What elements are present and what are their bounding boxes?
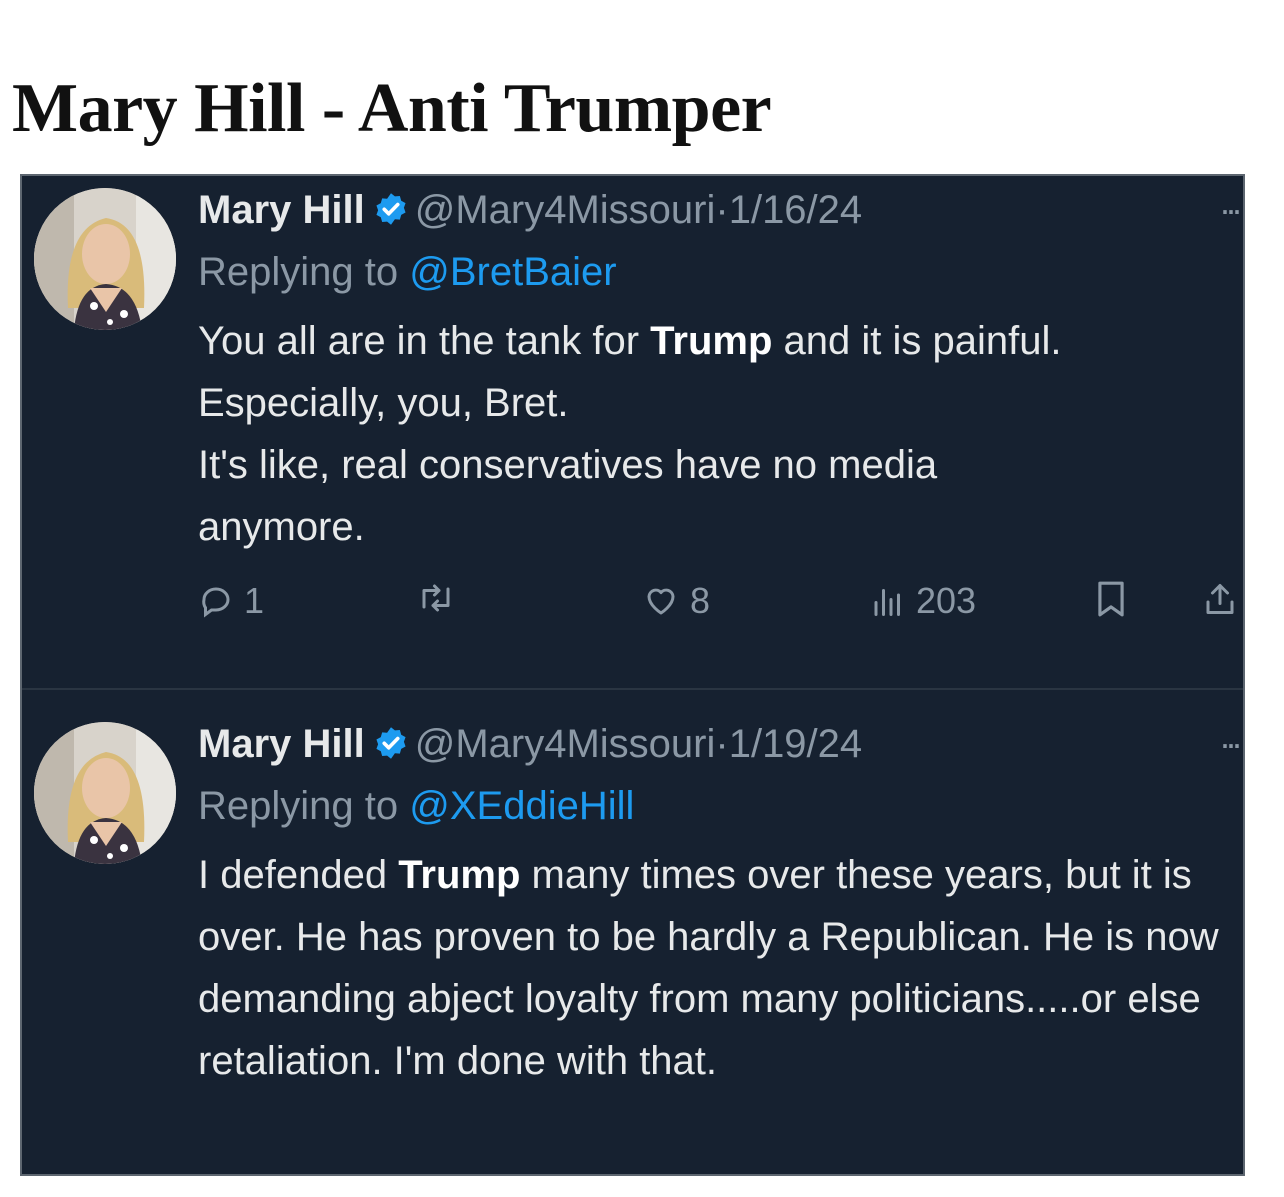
separator: · [715, 722, 729, 766]
like-count: 8 [690, 580, 711, 621]
views-button[interactable]: 203 [870, 580, 976, 622]
like-icon [647, 588, 675, 615]
author-handle[interactable]: @Mary4Missouri [415, 188, 716, 232]
body-text: I defended [198, 853, 399, 897]
bookmark-button[interactable] [1094, 580, 1128, 618]
author-name[interactable]: Mary Hill [198, 722, 365, 766]
action-bar: 1 8 203 [198, 580, 1234, 630]
verified-badge-icon [373, 186, 409, 242]
verified-badge-icon [373, 720, 409, 776]
more-options-icon[interactable]: ··· [1219, 716, 1243, 772]
like-button[interactable]: 8 [642, 580, 710, 622]
share-button[interactable] [1202, 580, 1238, 618]
share-icon [1206, 584, 1234, 614]
tweet-divider [22, 688, 1243, 690]
retweet-button[interactable] [416, 580, 456, 616]
replying-label: Replying to [198, 784, 399, 828]
highlight-term: Trump [398, 853, 521, 897]
tweet-date[interactable]: 1/16/24 [729, 188, 862, 232]
tweet-body: I defended Trump many times over these y… [198, 844, 1228, 1092]
body-line: It's like, real conservatives have no me… [198, 443, 938, 549]
avatar-photo [34, 188, 176, 330]
highlight-term: Trump [650, 319, 773, 363]
body-line: Especially, you, Bret. [198, 381, 569, 425]
tweet-2[interactable]: Mary Hill @Mary4Missouri·1/19/24 ··· Repl… [22, 710, 1243, 1174]
retweet-icon [422, 584, 450, 612]
avatar-photo [34, 722, 176, 864]
author-handle[interactable]: @Mary4Missouri [415, 722, 716, 766]
reply-to-mention[interactable]: @BretBaier [409, 250, 616, 294]
tweet-body: You all are in the tank for Trump and it… [198, 310, 1233, 558]
views-icon [874, 589, 900, 616]
body-text: and it is painful. [772, 319, 1062, 363]
replying-label: Replying to [198, 250, 399, 294]
page-title: Mary Hill - Anti Trumper [12, 70, 772, 147]
reply-count: 1 [244, 580, 265, 621]
tweet-date[interactable]: 1/19/24 [729, 722, 862, 766]
avatar[interactable] [34, 188, 176, 330]
reply-button[interactable]: 1 [198, 580, 264, 622]
author-name[interactable]: Mary Hill [198, 188, 365, 232]
tweet-panel: Mary Hill @Mary4Missouri·1/16/24 ··· Repl… [20, 174, 1245, 1176]
more-options-icon[interactable]: ··· [1219, 182, 1243, 238]
reply-to-mention[interactable]: @XEddieHill [409, 784, 634, 828]
separator: · [715, 188, 729, 232]
view-count: 203 [916, 580, 977, 621]
bookmark-icon [1098, 581, 1124, 617]
avatar[interactable] [34, 722, 176, 864]
body-text: You all are in the tank for [198, 319, 651, 363]
tweet-1[interactable]: Mary Hill @Mary4Missouri·1/16/24 ··· Repl… [22, 176, 1243, 688]
reply-icon [202, 587, 230, 618]
